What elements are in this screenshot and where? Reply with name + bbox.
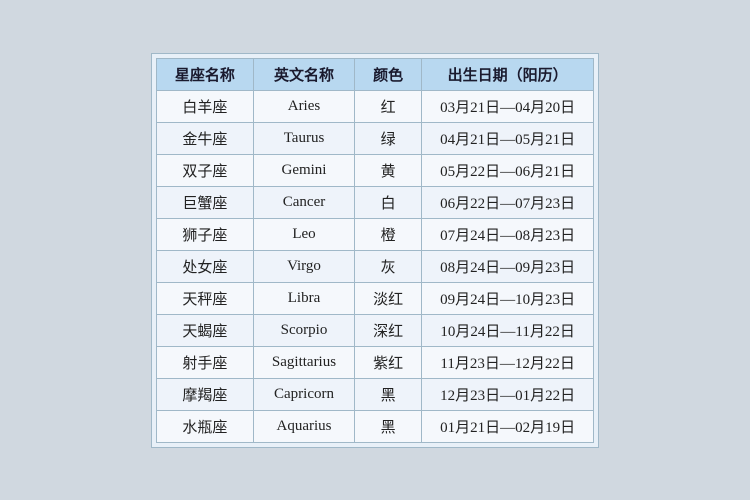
table-row: 天秤座Libra淡红09月24日—10月23日	[156, 282, 593, 314]
table-row: 金牛座Taurus绿04月21日—05月21日	[156, 122, 593, 154]
table-cell-r8-c2: 紫红	[355, 346, 422, 378]
table-cell-r0-c3: 03月21日—04月20日	[422, 90, 594, 122]
table-cell-r9-c2: 黑	[355, 378, 422, 410]
table-cell-r6-c1: Libra	[253, 282, 354, 314]
table-cell-r9-c3: 12月23日—01月22日	[422, 378, 594, 410]
table-row: 水瓶座Aquarius黑01月21日—02月19日	[156, 410, 593, 442]
table-cell-r8-c1: Sagittarius	[253, 346, 354, 378]
table-body: 白羊座Aries红03月21日—04月20日金牛座Taurus绿04月21日—0…	[156, 90, 593, 442]
table-cell-r2-c1: Gemini	[253, 154, 354, 186]
table-cell-r3-c0: 巨蟹座	[156, 186, 253, 218]
table-column-header: 星座名称	[156, 58, 253, 90]
table-row: 处女座Virgo灰08月24日—09月23日	[156, 250, 593, 282]
table-cell-r1-c0: 金牛座	[156, 122, 253, 154]
table-cell-r4-c1: Leo	[253, 218, 354, 250]
table-cell-r7-c1: Scorpio	[253, 314, 354, 346]
table-cell-r1-c1: Taurus	[253, 122, 354, 154]
table-cell-r8-c0: 射手座	[156, 346, 253, 378]
table-row: 摩羯座Capricorn黑12月23日—01月22日	[156, 378, 593, 410]
table-cell-r4-c0: 狮子座	[156, 218, 253, 250]
table-cell-r10-c3: 01月21日—02月19日	[422, 410, 594, 442]
table-cell-r3-c3: 06月22日—07月23日	[422, 186, 594, 218]
table-row: 白羊座Aries红03月21日—04月20日	[156, 90, 593, 122]
table-cell-r9-c0: 摩羯座	[156, 378, 253, 410]
zodiac-table: 星座名称英文名称颜色出生日期（阳历） 白羊座Aries红03月21日—04月20…	[156, 58, 594, 443]
table-cell-r7-c3: 10月24日—11月22日	[422, 314, 594, 346]
table-row: 狮子座Leo橙07月24日—08月23日	[156, 218, 593, 250]
table-cell-r1-c2: 绿	[355, 122, 422, 154]
table-cell-r1-c3: 04月21日—05月21日	[422, 122, 594, 154]
table-cell-r7-c0: 天蝎座	[156, 314, 253, 346]
table-cell-r10-c1: Aquarius	[253, 410, 354, 442]
table-cell-r0-c1: Aries	[253, 90, 354, 122]
table-cell-r3-c2: 白	[355, 186, 422, 218]
table-cell-r7-c2: 深红	[355, 314, 422, 346]
table-cell-r6-c3: 09月24日—10月23日	[422, 282, 594, 314]
table-cell-r6-c0: 天秤座	[156, 282, 253, 314]
table-cell-r6-c2: 淡红	[355, 282, 422, 314]
table-row: 天蝎座Scorpio深红10月24日—11月22日	[156, 314, 593, 346]
table-column-header: 英文名称	[253, 58, 354, 90]
table-cell-r9-c1: Capricorn	[253, 378, 354, 410]
zodiac-table-wrapper: 星座名称英文名称颜色出生日期（阳历） 白羊座Aries红03月21日—04月20…	[151, 53, 599, 448]
table-row: 双子座Gemini黄05月22日—06月21日	[156, 154, 593, 186]
table-cell-r5-c1: Virgo	[253, 250, 354, 282]
table-cell-r10-c2: 黑	[355, 410, 422, 442]
table-cell-r4-c2: 橙	[355, 218, 422, 250]
table-cell-r5-c0: 处女座	[156, 250, 253, 282]
table-cell-r8-c3: 11月23日—12月22日	[422, 346, 594, 378]
table-column-header: 颜色	[355, 58, 422, 90]
table-cell-r2-c3: 05月22日—06月21日	[422, 154, 594, 186]
table-header-row: 星座名称英文名称颜色出生日期（阳历）	[156, 58, 593, 90]
table-cell-r0-c2: 红	[355, 90, 422, 122]
table-cell-r4-c3: 07月24日—08月23日	[422, 218, 594, 250]
table-cell-r0-c0: 白羊座	[156, 90, 253, 122]
table-cell-r2-c0: 双子座	[156, 154, 253, 186]
table-row: 射手座Sagittarius紫红11月23日—12月22日	[156, 346, 593, 378]
table-cell-r5-c3: 08月24日—09月23日	[422, 250, 594, 282]
table-row: 巨蟹座Cancer白06月22日—07月23日	[156, 186, 593, 218]
table-cell-r2-c2: 黄	[355, 154, 422, 186]
table-cell-r3-c1: Cancer	[253, 186, 354, 218]
table-cell-r10-c0: 水瓶座	[156, 410, 253, 442]
table-cell-r5-c2: 灰	[355, 250, 422, 282]
table-column-header: 出生日期（阳历）	[422, 58, 594, 90]
